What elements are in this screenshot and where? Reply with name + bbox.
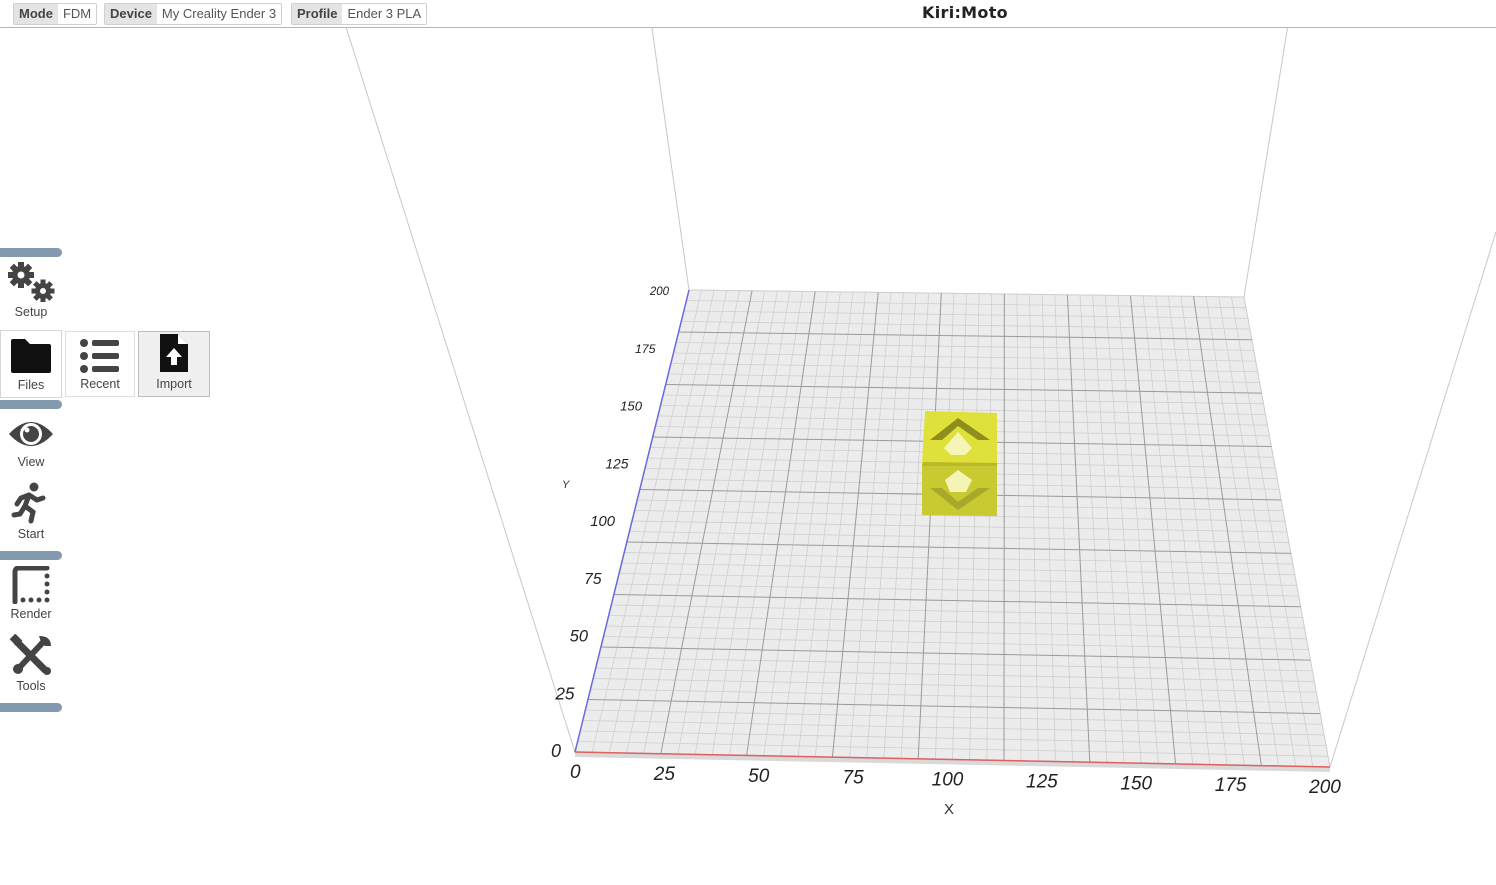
x-tick-label: 150 (1120, 773, 1152, 794)
top-bar: Mode FDM Device My Creality Ender 3 Prof… (0, 0, 1496, 28)
profile-value: Ender 3 PLA (342, 4, 427, 24)
y-tick-label: 0 (551, 741, 561, 761)
render-button[interactable]: Render (0, 560, 62, 626)
start-button[interactable]: Start (0, 478, 62, 546)
y-tick-label: 200 (649, 286, 670, 298)
sidebar-separator (0, 703, 62, 712)
x-axis-label: X (944, 801, 954, 818)
model-cube[interactable] (922, 411, 997, 516)
import-button[interactable]: Import (138, 331, 210, 397)
tools-icon (9, 634, 51, 675)
x-tick-label: 75 (843, 768, 865, 789)
sidebar-separator (0, 551, 62, 560)
y-tick-label: 25 (554, 683, 575, 703)
y-tick-label: 100 (590, 514, 615, 530)
mode-key: Mode (14, 4, 58, 24)
recent-label: Recent (80, 377, 120, 391)
x-tick-label: 175 (1215, 775, 1247, 796)
start-label: Start (17, 527, 45, 541)
device-value: My Creality Ender 3 (156, 4, 282, 24)
recent-button[interactable]: Recent (65, 331, 135, 397)
import-label: Import (156, 377, 192, 391)
files-label: Files (17, 378, 45, 392)
y-tick-label: 125 (605, 455, 628, 471)
setup-label: Setup (14, 305, 48, 319)
folder-icon (11, 339, 51, 373)
gears-icon (8, 262, 55, 302)
x-tick-label: 125 (1026, 771, 1058, 792)
view-button[interactable]: View (0, 408, 62, 474)
x-tick-label: 200 (1308, 777, 1341, 798)
build-plate (574, 289, 1331, 768)
x-tick-label: 25 (653, 764, 676, 785)
tools-button[interactable]: Tools (0, 632, 62, 698)
mode-value: FDM (57, 4, 97, 24)
y-tick-label: 150 (620, 399, 643, 414)
files-button[interactable]: Files (0, 330, 62, 398)
x-tick-label: 100 (932, 770, 964, 791)
render-icon (12, 566, 50, 604)
app-title: Kiri:Moto (922, 3, 1008, 22)
view-label: View (17, 455, 45, 469)
setup-button[interactable]: Setup (0, 256, 62, 324)
device-key: Device (105, 4, 157, 24)
build-plate-viewport[interactable]: 0 25 50 75 100 125 150 175 200 0 25 50 75 100 125 150 1… (0, 0, 1496, 885)
render-label: Render (10, 607, 52, 621)
running-icon (11, 482, 46, 524)
file-upload-icon (160, 334, 188, 372)
y-tick-label: 75 (584, 571, 602, 588)
device-selector[interactable]: Device My Creality Ender 3 (104, 3, 283, 25)
list-icon (80, 339, 119, 373)
y-tick-label: 175 (635, 342, 656, 356)
x-tick-label: 50 (748, 766, 770, 787)
x-tick-label: 0 (570, 762, 581, 783)
tools-label: Tools (16, 679, 46, 693)
profile-selector[interactable]: Profile Ender 3 PLA (291, 3, 428, 25)
eye-icon (9, 422, 53, 446)
profile-key: Profile (292, 4, 343, 24)
y-tick-label: 50 (570, 628, 588, 646)
y-axis-label: Y (562, 479, 570, 491)
mode-selector[interactable]: Mode FDM (13, 3, 98, 25)
